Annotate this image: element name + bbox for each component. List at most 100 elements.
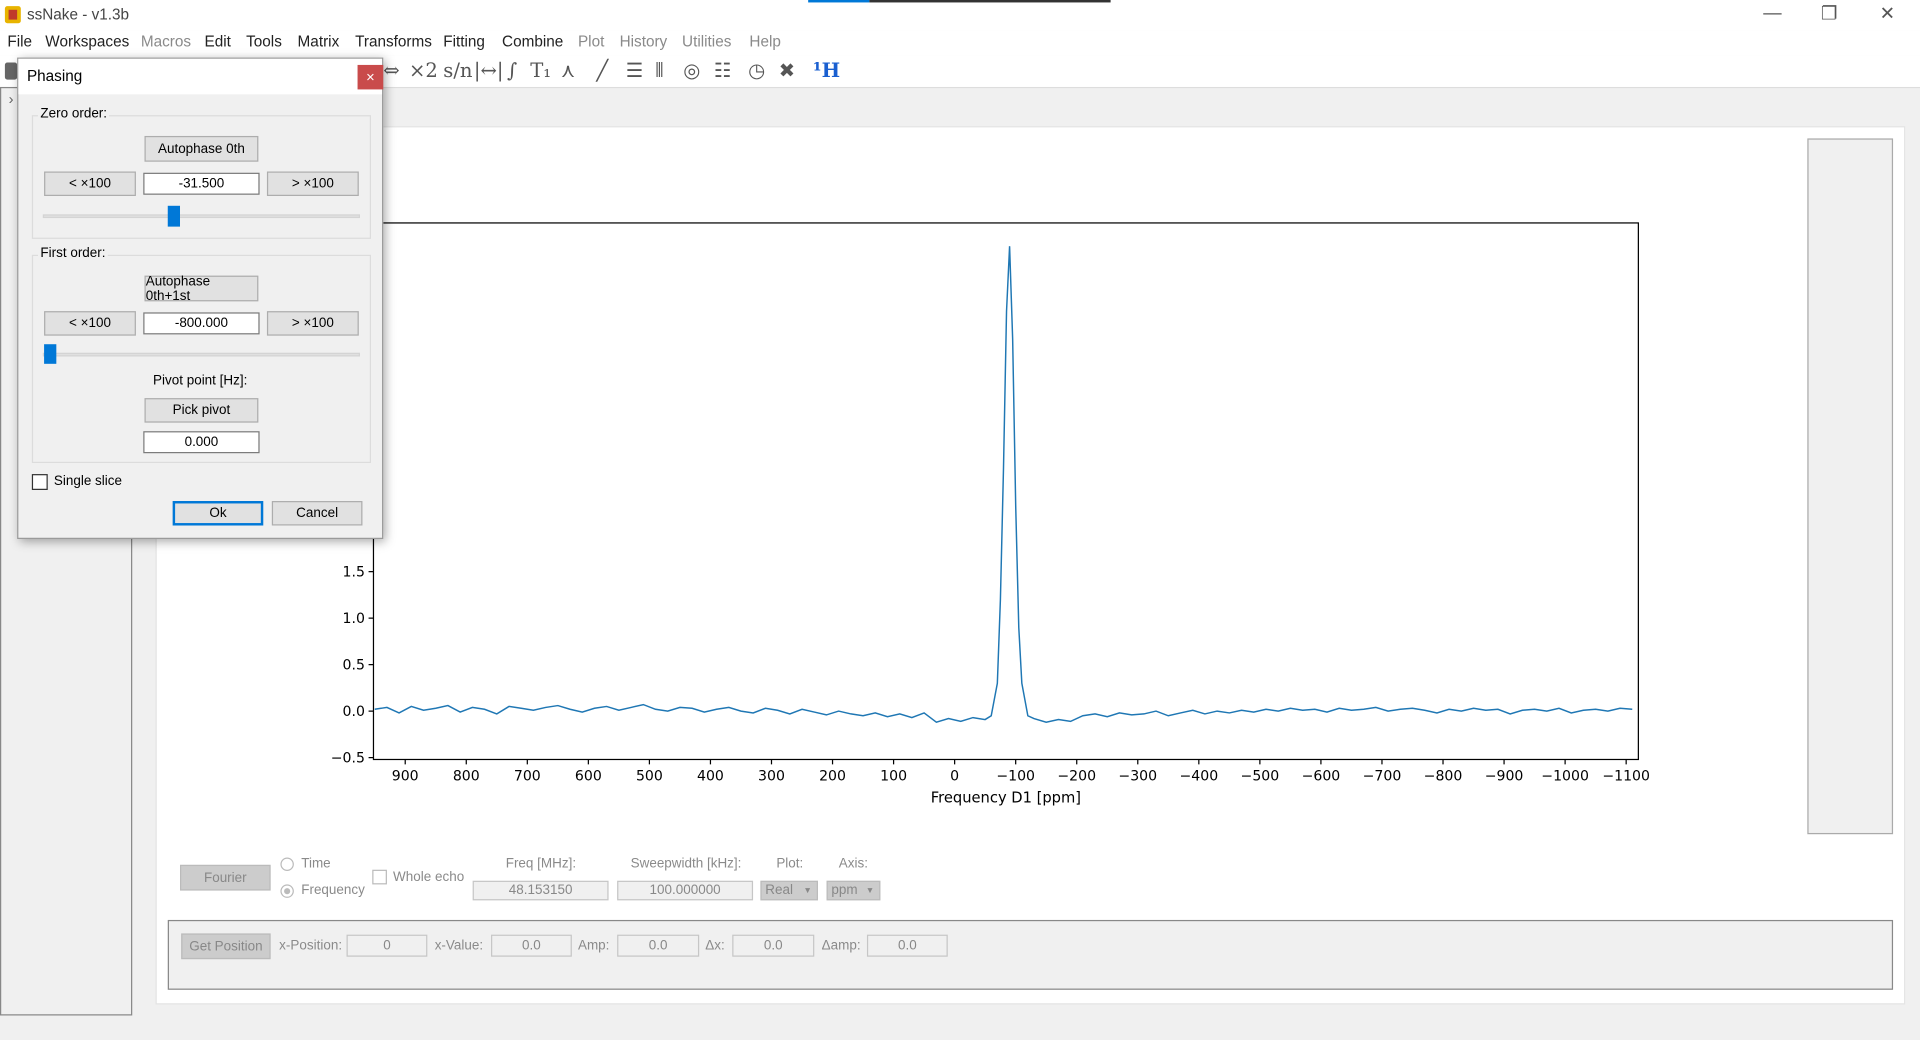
chevron-down-icon: ▼ <box>803 886 812 895</box>
phasing-dialog: Phasing × Zero order: Autophase 0th < ×1… <box>17 57 384 539</box>
time-radio[interactable] <box>280 857 294 871</box>
axis-select[interactable]: ppm ▼ <box>826 880 881 901</box>
clock-icon[interactable]: ◷ <box>748 59 765 82</box>
signal-to-noise-icon[interactable]: s/n <box>443 59 472 82</box>
diagonal-icon[interactable]: ╱ <box>596 59 608 82</box>
first-order-slider-handle[interactable] <box>44 344 57 364</box>
menu-history[interactable]: History <box>620 33 668 50</box>
menu-matrix[interactable]: Matrix <box>298 33 340 50</box>
x-value-label: x-Value: <box>434 938 484 954</box>
pick-pivot-button[interactable]: Pick pivot <box>144 398 259 423</box>
proton-icon[interactable]: ¹H <box>813 59 840 82</box>
first-order-slider[interactable] <box>42 352 361 357</box>
amp-input[interactable]: 0.0 <box>617 934 700 957</box>
x-tick-label: −400 <box>1179 768 1218 784</box>
amp-label: Amp: <box>577 938 610 954</box>
window-title: ssNake - v1.3b <box>26 6 130 24</box>
columns-icon[interactable]: ⦀ <box>655 59 664 83</box>
autophase-0th-button[interactable]: Autophase 0th <box>144 135 259 162</box>
y-tick-label: 0.5 <box>343 658 365 674</box>
expand-chevron-icon[interactable]: › <box>9 91 14 108</box>
menu-utilities[interactable]: Utilities <box>682 33 731 50</box>
plot-select-value: Real <box>765 883 794 898</box>
plot-select[interactable]: Real ▼ <box>760 880 818 901</box>
x-tick-label: 300 <box>758 768 785 784</box>
restore-icon[interactable]: ❐ <box>1821 2 1837 25</box>
whole-echo-checkbox[interactable] <box>372 869 387 885</box>
menu-combine[interactable]: Combine <box>502 33 563 50</box>
x-position-input[interactable]: 0 <box>346 934 428 957</box>
ok-button[interactable]: Ok <box>172 501 264 526</box>
x-value-input[interactable]: 0.0 <box>491 934 572 957</box>
menu-file[interactable]: File <box>7 33 32 50</box>
frequency-radio[interactable] <box>280 884 294 898</box>
menu-plot[interactable]: Plot <box>578 33 604 50</box>
zero-order-slider[interactable] <box>42 214 361 219</box>
y-tick-label: 0.0 <box>343 704 365 720</box>
menu-fitting[interactable]: Fitting <box>443 33 485 50</box>
axis-select-value: ppm <box>831 883 858 898</box>
close-icon: × <box>366 68 375 86</box>
x-tick-label: 600 <box>575 768 602 784</box>
dialog-close-button[interactable]: × <box>357 64 384 90</box>
plot-frame <box>372 222 1639 761</box>
dx-input[interactable]: 0.0 <box>732 934 815 957</box>
menu-workspaces[interactable]: Workspaces <box>45 33 129 50</box>
dx-label: Δx: <box>705 938 725 954</box>
zero-order-decrease-button[interactable]: < ×100 <box>44 171 136 196</box>
first-order-input[interactable]: -800.000 <box>143 312 260 335</box>
menu-bar: File Workspaces Macros Edit Tools Matrix Trans… <box>0 30 1920 56</box>
zero-order-slider-handle[interactable] <box>167 205 181 227</box>
menu-macros[interactable]: Macros <box>141 33 191 50</box>
get-position-button[interactable]: Get Position <box>181 933 271 960</box>
menu-transforms[interactable]: Transforms <box>355 33 432 50</box>
x-tick-label: −500 <box>1241 768 1280 784</box>
app-logo-icon <box>4 6 21 24</box>
zero-order-increase-button[interactable]: > ×100 <box>266 171 359 196</box>
peak-icon[interactable]: ⋏ <box>561 59 575 82</box>
title-bar: ssNake - v1.3b — ❐ ✕ <box>0 0 1920 31</box>
damp-label: Δamp: <box>821 938 861 954</box>
width-icon[interactable]: |↔| <box>474 59 504 82</box>
x-tick-label: 400 <box>697 768 724 784</box>
title-progress-indicator <box>808 0 870 3</box>
x-tick-label: 800 <box>453 768 480 784</box>
target-icon[interactable]: ◎ <box>683 59 700 82</box>
workspace-icon[interactable] <box>4 62 18 80</box>
menu-tools[interactable]: Tools <box>246 33 282 50</box>
single-slice-checkbox[interactable] <box>31 474 48 490</box>
damp-input[interactable]: 0.0 <box>866 934 948 957</box>
frequency-label: Frequency <box>301 883 365 898</box>
dialog-title-bar[interactable]: Phasing × <box>18 58 384 95</box>
list-icon[interactable]: ☷ <box>714 59 732 82</box>
y-tick-label: 1.0 <box>343 611 365 627</box>
freq-label: Freq [MHz]: <box>505 856 577 871</box>
delete-icon[interactable]: ✖ <box>779 59 795 82</box>
spectrum-line <box>374 246 1633 724</box>
menu-help[interactable]: Help <box>749 33 780 50</box>
minimize-icon[interactable]: — <box>1763 2 1781 23</box>
x-tick-label: −600 <box>1302 768 1341 784</box>
pivot-input[interactable]: 0.000 <box>143 431 260 454</box>
zero-order-input[interactable]: -31.500 <box>143 172 260 195</box>
rows-icon[interactable]: ☰ <box>626 59 644 82</box>
spectrum-chart[interactable]: 900 800 700 600 500 400 300 200 100 0 −100 −200 −300… <box>157 127 1907 813</box>
plot-label: Plot: <box>776 856 804 871</box>
multiply-two-icon[interactable]: ×2 <box>409 59 438 82</box>
t1-icon[interactable]: T₁ <box>530 59 551 82</box>
x-tick-label: 200 <box>819 768 846 784</box>
swap-icon[interactable]: ⇔ <box>383 59 399 82</box>
cancel-button[interactable]: Cancel <box>271 501 363 526</box>
autophase-0th-1st-button[interactable]: Autophase 0th+1st <box>144 274 259 303</box>
close-icon[interactable]: ✕ <box>1880 2 1895 25</box>
y-tick-label: −0.5 <box>331 751 365 767</box>
time-label: Time <box>301 856 331 871</box>
freq-input[interactable]: 48.153150 <box>472 880 609 901</box>
axis-label: Axis: <box>838 856 868 871</box>
first-order-increase-button[interactable]: > ×100 <box>266 311 359 336</box>
first-order-decrease-button[interactable]: < ×100 <box>44 311 136 336</box>
sweepwidth-input[interactable]: 100.000000 <box>617 880 754 901</box>
integral-icon[interactable]: ∫ <box>507 59 517 82</box>
fourier-button[interactable]: Fourier <box>180 864 271 891</box>
menu-edit[interactable]: Edit <box>204 33 230 50</box>
